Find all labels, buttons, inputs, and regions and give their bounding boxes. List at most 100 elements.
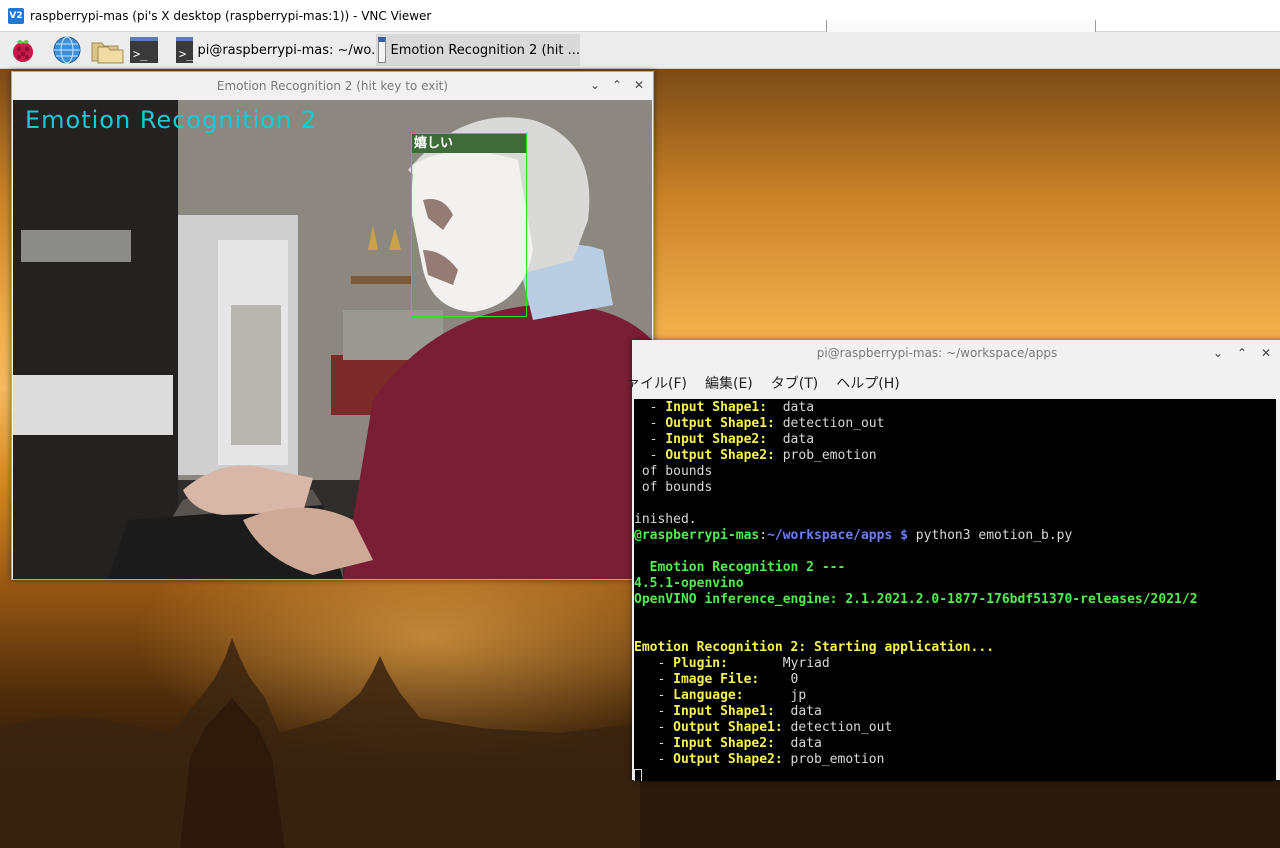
terminal-text-segment: Input Shape2: [665, 432, 768, 447]
close-button[interactable]: ✕ [1258, 344, 1274, 362]
terminal-text-segment: data [774, 704, 822, 719]
window-title: pi@raspberrypi-mas: ~/workspace/apps [816, 346, 1058, 360]
raspberry-pi-menu-icon[interactable] [8, 35, 38, 65]
terminal-line: inished. [634, 512, 1276, 528]
web-browser-globe-icon[interactable] [52, 35, 82, 65]
terminal-text-segment: data [774, 736, 822, 751]
terminal-line: - Input Shape1: data [634, 704, 1276, 720]
vnc-viewer-titlebar[interactable]: V2 raspberrypi-mas (pi's X desktop (rasp… [0, 0, 1280, 34]
minimize-button[interactable]: ⌄ [1210, 344, 1226, 362]
camera-scene [13, 100, 652, 579]
wallpaper-temple-silhouette [0, 638, 640, 848]
terminal-text-segment: : [759, 528, 768, 543]
terminal-text-segment: - [634, 432, 666, 447]
vnc-logo-icon: V2 [8, 7, 24, 24]
terminal-text-segment: jp [743, 688, 807, 703]
menu-file[interactable]: ァイル(F) [626, 373, 687, 393]
file-manager-folder-icon[interactable] [90, 35, 124, 65]
window-title: Emotion Recognition 2 (hit key to exit) [216, 79, 449, 93]
terminal-text-segment: - [634, 400, 666, 415]
emotion-label: 嬉しい [412, 134, 526, 153]
terminal-icon: >_ [176, 37, 194, 63]
taskbar-task-label: pi@raspberrypi-mas: ~/wo... [197, 42, 384, 58]
terminal-line: 4.5.1-openvino [634, 576, 1276, 592]
terminal-line: - Output Shape2: prob_emotion [634, 448, 1276, 464]
terminal-line: of bounds [634, 480, 1276, 496]
maximize-button[interactable]: ⌃ [1234, 344, 1250, 362]
terminal-text-segment: data [767, 400, 815, 415]
taskbar-task-emotion-recognition[interactable]: Emotion Recognition 2 (hit ... [376, 34, 580, 66]
terminal-text-segment: - [634, 672, 674, 687]
video-overlay-title: Emotion Recognition 2 [25, 106, 318, 134]
terminal-line: - Output Shape2: prob_emotion [634, 752, 1276, 768]
terminal-text-segment: Output Shape2: [665, 448, 775, 463]
terminal-line: Emotion Recognition 2 --- [634, 560, 1276, 576]
terminal-line: - Input Shape2: data [634, 736, 1276, 752]
terminal-line: - Output Shape1: detection_out [634, 416, 1276, 432]
window-app-icon [378, 37, 387, 63]
terminal-text-segment: Myriad [727, 656, 830, 671]
terminal-menubar: ァイル(F) 編集(E) タブ(T) ヘルプ(H) [622, 366, 1280, 399]
terminal-line: Emotion Recognition 2: Starting applicat… [634, 640, 1276, 656]
terminal-text-segment: python3 emotion_b.py [907, 528, 1073, 543]
terminal-line: @raspberrypi-mas:~/workspace/apps $ pyth… [634, 528, 1276, 544]
terminal-output[interactable]: - Input Shape1: data - Output Shape1: de… [634, 399, 1276, 781]
terminal-cursor [634, 769, 642, 781]
window-titlebar[interactable]: pi@raspberrypi-mas: ~/workspace/apps ⌄ ⌃… [632, 340, 1280, 366]
terminal-text-segment: prob_emotion [782, 752, 885, 767]
terminal-text-segment: of bounds [634, 464, 713, 479]
terminal-text-segment: detection_out [774, 416, 885, 431]
minimize-button[interactable]: ⌄ [587, 76, 603, 94]
terminal-text-segment: Input Shape2: [673, 736, 775, 751]
terminal-line: - Output Shape1: detection_out [634, 720, 1276, 736]
terminal-text-segment: - [634, 656, 674, 671]
terminal-line: - Image File: 0 [634, 672, 1276, 688]
terminal-text-segment: Image File: [673, 672, 760, 687]
terminal-text-segment: Language: [673, 688, 744, 703]
menu-help[interactable]: ヘルプ(H) [836, 373, 899, 393]
face-detection-box: 嬉しい [411, 133, 527, 317]
terminal-text-segment: Output Shape1: [673, 720, 783, 735]
terminal-text-segment: Output Shape1: [665, 416, 775, 431]
maximize-button[interactable]: ⌃ [609, 76, 625, 94]
terminal-text-segment: of bounds [634, 480, 713, 495]
terminal-text-segment: Plugin: [673, 656, 728, 671]
terminal-text-segment: Output Shape2: [673, 752, 783, 767]
terminal-text-segment: Emotion Recognition 2: Starting applicat… [634, 640, 995, 655]
terminal-cursor-line [634, 768, 1276, 781]
taskbar-task-label: Emotion Recognition 2 (hit ... [390, 42, 580, 58]
terminal-text-segment: - [634, 736, 674, 751]
terminal-text-segment: - [634, 752, 674, 767]
terminal-text-segment: OpenVINO inference_engine: 2.1.2021.2.0-… [634, 592, 1198, 607]
close-button[interactable]: ✕ [631, 76, 647, 94]
terminal-window: pi@raspberrypi-mas: ~/workspace/apps ⌄ ⌃… [626, 340, 1280, 781]
camera-video-frame: Emotion Recognition 2 嬉しい [13, 100, 652, 579]
terminal-text-segment: 4.5.1-openvino [634, 576, 744, 591]
menu-tabs[interactable]: タブ(T) [771, 373, 818, 393]
terminal-line: - Plugin: Myriad [634, 656, 1276, 672]
menu-edit[interactable]: 編集(E) [705, 373, 753, 393]
terminal-text-segment: - [634, 704, 674, 719]
terminal-line: - Language: jp [634, 688, 1276, 704]
terminal-text-segment: detection_out [782, 720, 893, 735]
terminal-text-segment: Input Shape1: [665, 400, 768, 415]
vnc-window-title: raspberrypi-mas (pi's X desktop (raspber… [30, 8, 432, 23]
terminal-text-segment: 0 [759, 672, 799, 687]
terminal-line: OpenVINO inference_engine: 2.1.2021.2.0-… [634, 592, 1276, 608]
terminal-text-segment: - [634, 720, 674, 735]
terminal-text-segment: @raspberrypi-mas [634, 528, 760, 543]
terminal-line: of bounds [634, 464, 1276, 480]
terminal-text-segment: prob_emotion [774, 448, 877, 463]
window-titlebar[interactable]: Emotion Recognition 2 (hit key to exit) … [12, 72, 653, 100]
terminal-line: - Input Shape1: data [634, 400, 1276, 416]
terminal-text-segment: - [634, 416, 666, 431]
emotion-recognition-window: Emotion Recognition 2 (hit key to exit) … [11, 71, 654, 580]
terminal-icon[interactable]: >_ [130, 37, 160, 67]
terminal-text-segment: - [634, 688, 674, 703]
terminal-text-segment: Emotion Recognition 2 --- [634, 560, 846, 575]
terminal-text-segment: Input Shape1: [673, 704, 775, 719]
taskbar-task-terminal[interactable]: >_ pi@raspberrypi-mas: ~/wo... [176, 34, 384, 66]
